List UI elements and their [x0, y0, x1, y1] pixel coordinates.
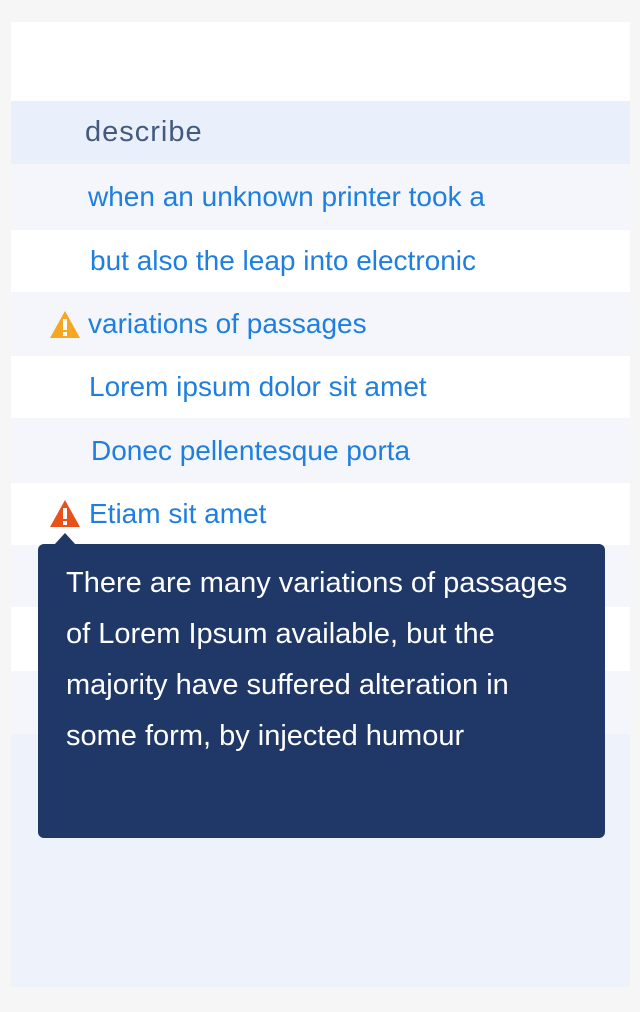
list-item[interactable]: Etiam sit amet	[11, 483, 630, 545]
warning-icon	[50, 311, 80, 338]
list-item-label[interactable]: variations of passages	[88, 308, 367, 340]
list-item-label[interactable]: Etiam sit amet	[89, 498, 266, 530]
list-item[interactable]: variations of passages	[11, 292, 630, 356]
list-item[interactable]: but also the leap into electronic	[11, 230, 630, 292]
tooltip: There are many variations of passages of…	[38, 544, 605, 838]
warning-icon	[50, 500, 80, 527]
list-item-label[interactable]: but also the leap into electronic	[90, 245, 476, 277]
list-panel: describe when an unknown printer took a …	[11, 22, 630, 987]
list-header: describe	[11, 101, 630, 164]
list-item[interactable]: Donec pellentesque porta	[11, 418, 630, 483]
list-item[interactable]: Lorem ipsum dolor sit amet	[11, 356, 630, 418]
blank-row	[11, 22, 630, 101]
tooltip-text: There are many variations of passages of…	[66, 567, 568, 752]
list-item-label[interactable]: when an unknown printer took a	[88, 181, 485, 213]
list-item-label[interactable]: Donec pellentesque porta	[91, 435, 410, 467]
list-item-label[interactable]: Lorem ipsum dolor sit amet	[89, 371, 427, 403]
header-label: describe	[85, 116, 203, 148]
list-item[interactable]: when an unknown printer took a	[11, 164, 630, 230]
